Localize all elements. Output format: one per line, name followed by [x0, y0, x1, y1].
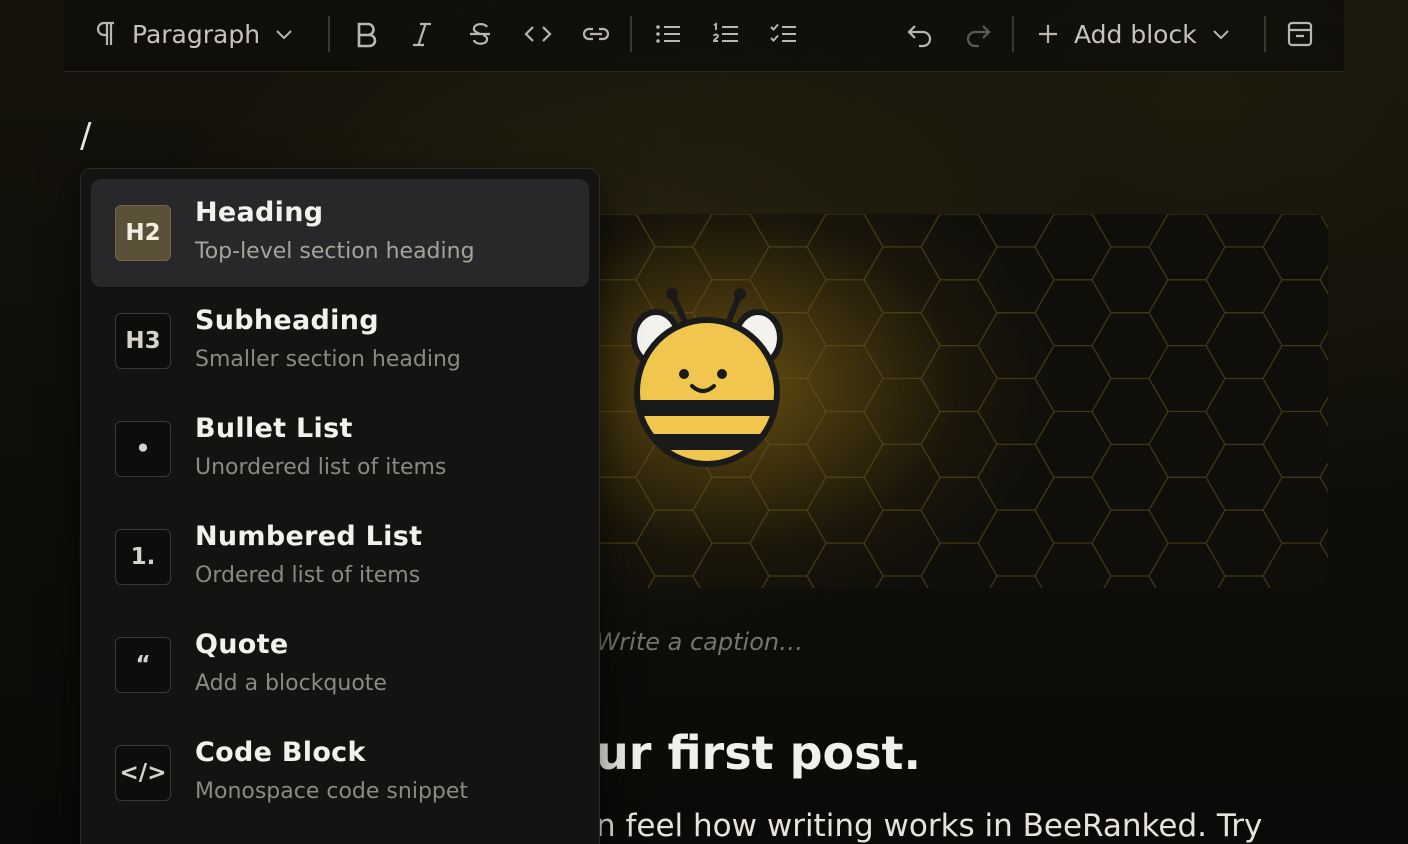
undo-icon: [907, 25, 932, 48]
archive-icon: [1287, 21, 1313, 47]
bullet-icon: •: [115, 421, 171, 477]
cover-image[interactable]: [560, 214, 1328, 588]
menu-item-description: Unordered list of items: [195, 455, 447, 480]
italic-button[interactable]: [402, 14, 442, 54]
strikethrough-button[interactable]: [460, 14, 500, 54]
chevron-down-icon: [1211, 27, 1231, 41]
slash-command-menu: H2 Heading Top-level section heading H3 …: [80, 168, 600, 844]
menu-item-description: Top-level section heading: [195, 239, 475, 264]
post-heading[interactable]: ur first post.: [596, 726, 921, 780]
archive-button[interactable]: [1280, 14, 1320, 54]
menu-item-title: Heading: [195, 197, 324, 228]
menu-item-title: Numbered List: [195, 521, 423, 552]
post-paragraph[interactable]: n feel how writing works in BeeRanked. T…: [596, 808, 1262, 844]
chevron-down-icon: [274, 27, 294, 41]
toolbar-divider: [630, 16, 632, 52]
bold-button[interactable]: [346, 14, 386, 54]
heading-icon: H2: [115, 205, 171, 261]
menu-item-title: Code Block: [195, 737, 366, 768]
menu-item-description: Ordered list of items: [195, 563, 421, 588]
menu-item-bullet-list[interactable]: • Bullet List Unordered list of items: [91, 395, 589, 503]
numbered-list-button[interactable]: [706, 14, 746, 54]
redo-icon: [966, 25, 991, 48]
bullet-list-button[interactable]: [648, 14, 688, 54]
editor-toolbar: Paragraph Add block: [64, 0, 1344, 72]
block-type-label: Paragraph: [132, 19, 261, 49]
numbered-list-icon: [713, 22, 738, 42]
menu-item-code-block[interactable]: </> Code Block Monospace code snippet: [91, 719, 589, 827]
bullet-list-icon: [656, 25, 680, 43]
italic-icon: [413, 22, 431, 47]
menu-item-quote[interactable]: “ Quote Add a blockquote: [91, 611, 589, 719]
quote-icon: “: [115, 637, 171, 693]
code-icon: [524, 26, 552, 42]
link-icon: [582, 27, 610, 41]
menu-item-description: Smaller section heading: [195, 347, 461, 372]
caption-input[interactable]: Write a caption…: [596, 628, 803, 656]
undo-button[interactable]: [900, 14, 940, 54]
numbered-icon: 1.: [115, 529, 171, 585]
toolbar-divider: [1012, 16, 1014, 52]
add-block-label: Add block: [1074, 19, 1197, 49]
code-block-icon: </>: [115, 745, 171, 801]
menu-item-heading[interactable]: H2 Heading Top-level section heading: [91, 179, 589, 287]
toolbar-divider: [328, 16, 330, 52]
menu-item-description: Monospace code snippet: [195, 779, 469, 804]
redo-button[interactable]: [958, 14, 998, 54]
menu-item-numbered-list[interactable]: 1. Numbered List Ordered list of items: [91, 503, 589, 611]
paragraph-icon: [94, 20, 118, 48]
menu-item-title: Subheading: [195, 305, 379, 336]
link-button[interactable]: [576, 14, 616, 54]
subheading-icon: H3: [115, 313, 171, 369]
toolbar-divider: [1264, 16, 1266, 52]
checklist-icon: [770, 23, 796, 42]
menu-item-title: Bullet List: [195, 413, 353, 444]
menu-item-description: Add a blockquote: [195, 671, 387, 696]
bold-icon: [357, 22, 377, 48]
menu-item-subheading[interactable]: H3 Subheading Smaller section heading: [91, 287, 589, 395]
strikethrough-icon: [470, 23, 490, 45]
add-block-dropdown[interactable]: Add block: [1036, 14, 1236, 54]
block-type-dropdown[interactable]: Paragraph: [94, 14, 314, 54]
code-button[interactable]: [518, 14, 558, 54]
bee-mascot-icon: [631, 288, 783, 467]
menu-item-title: Quote: [195, 629, 289, 660]
slash-command-text[interactable]: /: [80, 116, 91, 156]
checklist-button[interactable]: [764, 14, 804, 54]
plus-icon: [1036, 22, 1060, 46]
